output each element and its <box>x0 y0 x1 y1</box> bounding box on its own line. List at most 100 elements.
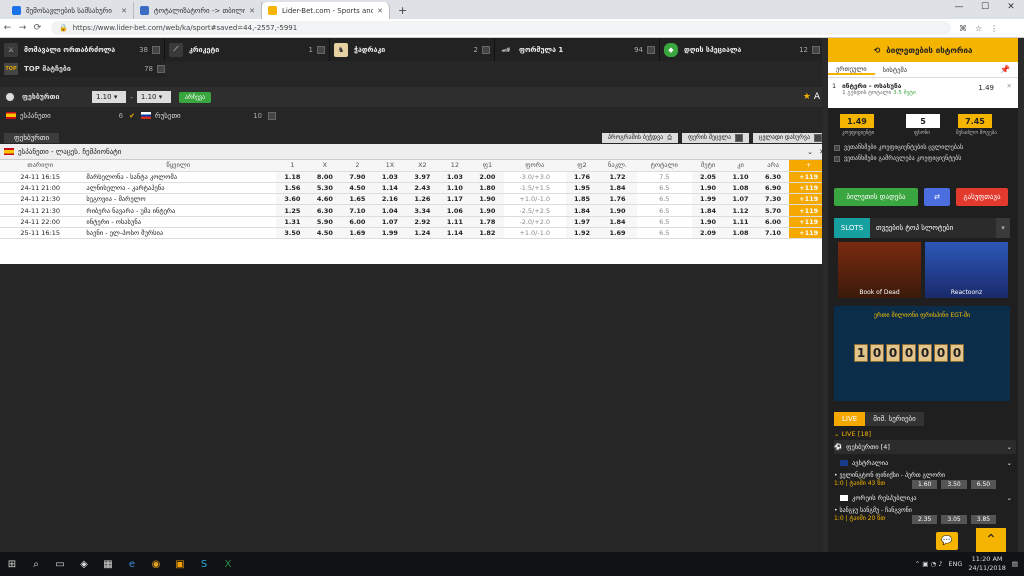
match-name[interactable]: მარსელონა - სანტა კოლომა <box>80 171 277 183</box>
task-view-icon[interactable]: ▭ <box>48 552 72 576</box>
odd-cell[interactable]: 5.90 <box>308 216 342 228</box>
odd-cell[interactable]: 1.72 <box>598 171 637 183</box>
match-name[interactable]: სეგოვია - მარელო <box>80 193 277 206</box>
share-button[interactable]: ⇄ <box>924 188 950 206</box>
print-program-button[interactable]: პროგრამის ბეჭდვა ⎙ <box>601 132 678 143</box>
odd-button[interactable]: 1.60 <box>912 480 938 489</box>
remove-item-icon[interactable]: ✕ <box>1007 82 1012 90</box>
odd-cell[interactable]: 8.00 <box>308 171 342 183</box>
tab-series[interactable]: მიმ. სერიები <box>865 412 924 426</box>
browser-tab[interactable]: შემოსავლების სამსახური ✕ <box>6 2 134 19</box>
odd-cell[interactable]: 1.08 <box>724 227 757 240</box>
odd-button[interactable]: 6.50 <box>970 480 997 489</box>
odd-cell[interactable]: 1.08 <box>724 182 757 195</box>
odd-cell[interactable]: 1.56 <box>276 182 309 195</box>
top-matches-row[interactable]: TOP TOP მატჩები 78 <box>0 61 165 77</box>
odd-cell[interactable]: 1.84 <box>565 204 599 217</box>
odd-cell[interactable]: 1.14 <box>373 182 407 195</box>
odd-cell[interactable]: 1.99 <box>691 193 725 206</box>
new-tab-button[interactable]: + <box>390 4 415 19</box>
clock[interactable]: 11:20 AM 24/11/2018 <box>968 555 1005 573</box>
page-scrollbar[interactable] <box>1018 38 1024 552</box>
live-event[interactable]: • სანგჯუ სანგმუ - ჩანგვონი <box>834 507 1016 514</box>
odd-button[interactable]: 3.50 <box>941 480 967 489</box>
option-checkbox[interactable] <box>834 155 840 162</box>
close-checkbox[interactable] <box>814 133 822 142</box>
sport-item[interactable]: ♞ ჭადრაკი 2 <box>330 38 495 61</box>
sport-checkbox[interactable] <box>152 45 160 54</box>
outlook-icon[interactable]: ▣ <box>168 552 192 576</box>
odd-cell[interactable]: 4.50 <box>308 227 342 240</box>
odd-cell[interactable]: 1.14 <box>438 227 472 240</box>
odd-cell[interactable]: 2.16 <box>373 193 407 206</box>
live-country-row[interactable]: ავსტრალია ⌄ <box>834 456 1016 470</box>
chevron-down-icon[interactable]: ⌄ <box>1007 494 1012 502</box>
option-checkbox[interactable] <box>834 144 840 151</box>
odd-cell[interactable]: 6.90 <box>756 182 790 195</box>
odd-cell[interactable]: 7.30 <box>756 193 790 206</box>
match-name[interactable]: ალნისელოა - კარტაჰენა <box>80 182 277 195</box>
bet-history-button[interactable]: ⟲ ბილეთების ისტორია <box>828 38 1018 62</box>
odd-cell[interactable]: 1.11 <box>438 216 472 228</box>
odd-cell[interactable]: 4.50 <box>341 182 374 195</box>
edge-icon[interactable]: e <box>120 552 144 576</box>
odd-cell[interactable]: 5.30 <box>308 182 342 195</box>
tab-close-icon[interactable]: ✕ <box>121 7 127 15</box>
match-name[interactable]: რიბერა ნავარა - უმა ინტერა <box>80 204 277 217</box>
notifications-icon[interactable]: ▤ <box>1012 560 1018 568</box>
odd-cell[interactable]: 3.60 <box>276 193 309 206</box>
odd-cell[interactable]: 1.90 <box>598 204 637 217</box>
odd-cell[interactable]: 1.69 <box>598 227 637 240</box>
odd-cell[interactable]: 2.09 <box>691 227 725 240</box>
skype-icon[interactable]: S <box>192 552 216 576</box>
odd-cell[interactable]: 1.95 <box>565 182 599 195</box>
odd-cell[interactable]: 7.90 <box>341 171 374 183</box>
odd-cell[interactable]: 2.92 <box>406 216 439 228</box>
accept-multiply-option[interactable]: ვეთანხმები გამრავლება კოეფიციენტებს <box>834 155 961 162</box>
back-arrow-icon[interactable]: ← <box>0 23 15 33</box>
tab-close-icon[interactable]: ✕ <box>249 7 255 15</box>
odd-cell[interactable]: 1.78 <box>471 216 504 228</box>
odd-cell[interactable]: 1.11 <box>724 216 757 228</box>
odd-to-select[interactable]: 1.10 ▾ <box>136 91 171 103</box>
match-name[interactable]: ხაენი - ელ-პოსო მურსია <box>80 227 277 240</box>
accept-changes-option[interactable]: ვეთანხმები კოეფიციენტების ცვლილებას <box>834 144 963 151</box>
odd-cell[interactable]: 7.10 <box>341 204 374 217</box>
live-count[interactable]: ⌄ LIVE [18] <box>834 430 1016 438</box>
odd-cell[interactable]: 1.25 <box>276 204 309 217</box>
odd-cell[interactable]: 3.97 <box>406 171 439 183</box>
odd-cell[interactable]: 3.34 <box>406 204 439 217</box>
odd-cell[interactable]: 1.07 <box>373 216 407 228</box>
slot-game-card[interactable]: Reactoonz <box>925 242 1008 298</box>
odd-cell[interactable]: 6.00 <box>756 216 790 228</box>
tab-live[interactable]: LIVE <box>834 412 866 426</box>
odd-button[interactable]: 3.05 <box>941 515 967 524</box>
odd-cell[interactable]: 1.90 <box>691 216 725 228</box>
scroll-top-icon[interactable]: ⌃ <box>976 528 1006 552</box>
url-field[interactable]: 🔒 https://www.lider-bet.com/web/ka/sport… <box>51 21 951 35</box>
sport-checkbox[interactable] <box>812 45 820 54</box>
sport-tag[interactable]: ფეხბურთი <box>4 132 60 143</box>
maximize-button[interactable]: ☐ <box>972 0 998 14</box>
odd-button[interactable]: 2.35 <box>912 515 938 524</box>
calculator-icon[interactable]: ▦ <box>96 552 120 576</box>
odd-cell[interactable]: 6.30 <box>756 171 790 183</box>
odd-button[interactable]: 3.85 <box>970 515 997 524</box>
bookmark-star-icon[interactable]: ☆ <box>975 24 982 33</box>
odd-cell[interactable]: 1.26 <box>406 193 439 206</box>
odd-cell[interactable]: 2.00 <box>471 171 504 183</box>
chevron-down-icon[interactable]: ▾ <box>996 218 1010 238</box>
color-checkbox[interactable] <box>735 133 744 142</box>
odd-cell[interactable]: 1.12 <box>724 204 757 217</box>
odd-cell[interactable]: 1.90 <box>471 204 504 217</box>
odd-cell[interactable]: 1.76 <box>565 171 599 183</box>
search-icon[interactable]: ⌕ <box>24 552 48 576</box>
odd-cell[interactable]: 1.76 <box>598 193 637 206</box>
odd-cell[interactable]: 1.10 <box>438 182 472 195</box>
odd-cell[interactable]: 4.60 <box>308 193 342 206</box>
tab-system[interactable]: სისტემა <box>875 66 915 74</box>
live-sport-row[interactable]: ⚽ ფეხბურთი [4] ⌄ <box>834 440 1016 454</box>
checked-icon[interactable]: ✔ <box>129 112 135 120</box>
tray-icons[interactable]: ⌃ ▣ ◔ ♪ <box>915 560 943 568</box>
change-color-button[interactable]: ფერის შეცვლა <box>682 132 750 143</box>
